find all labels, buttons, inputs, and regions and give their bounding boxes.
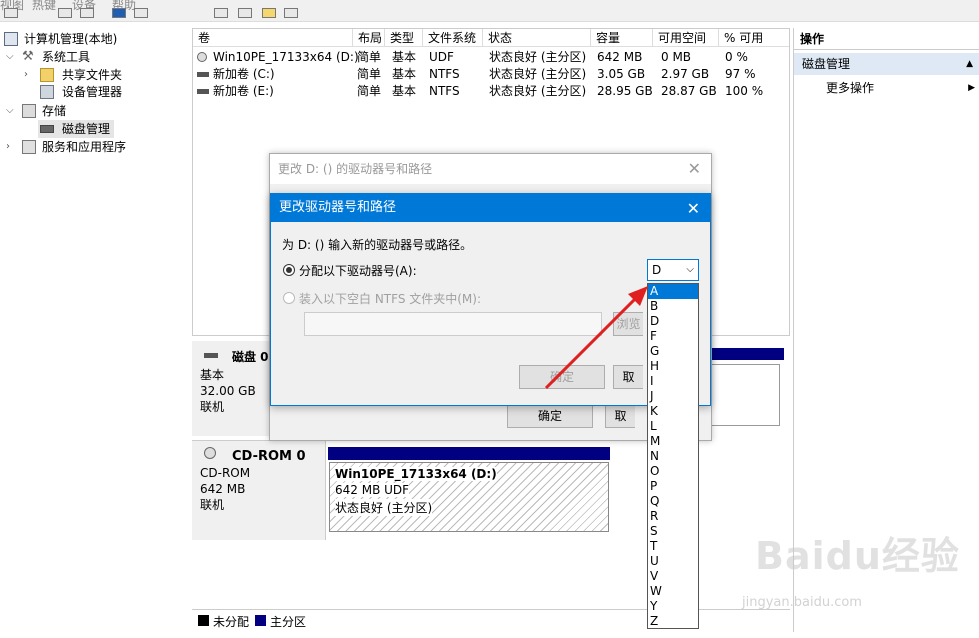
close-icon[interactable]: ✕ bbox=[687, 199, 700, 218]
shared-folder-icon bbox=[40, 68, 54, 82]
drive-letter-option[interactable]: V bbox=[648, 569, 698, 584]
folder-open-icon[interactable] bbox=[262, 8, 276, 18]
outer-cancel-button[interactable]: 取 bbox=[605, 404, 635, 428]
properties-icon[interactable] bbox=[112, 8, 126, 18]
unallocated-swatch bbox=[198, 615, 209, 626]
drive-letter-option[interactable]: N bbox=[648, 449, 698, 464]
checkbox-icon[interactable] bbox=[214, 8, 228, 18]
folder-icon[interactable] bbox=[58, 8, 72, 18]
outer-dialog-title: 更改 D: () 的驱动器号和路径 bbox=[270, 154, 711, 184]
cdrom0-info[interactable]: CD-ROM 0 CD-ROM 642 MB 联机 bbox=[192, 440, 326, 540]
tree-storage[interactable]: ⌵ 存储 bbox=[6, 102, 186, 120]
inner-dialog-title: 更改驱动器号和路径 bbox=[271, 194, 710, 222]
tree-services[interactable]: › 服务和应用程序 bbox=[6, 138, 186, 156]
cd-icon bbox=[204, 447, 216, 459]
table-row[interactable]: 新加卷 (E:) 简单 基本 NTFS 状态良好 (主分区) 28.95 GB … bbox=[193, 83, 789, 100]
chevron-right-icon[interactable]: › bbox=[24, 66, 34, 84]
close-icon[interactable]: ✕ bbox=[688, 159, 701, 178]
partition-box[interactable] bbox=[710, 364, 780, 426]
disk-icon bbox=[40, 125, 54, 133]
col-status[interactable]: 状态 bbox=[483, 29, 591, 47]
key-icon[interactable] bbox=[164, 8, 178, 18]
device-manager-icon bbox=[40, 85, 54, 99]
cdrom-volume-box[interactable]: Win10PE_17133x64 (D:) 642 MB UDF 状态良好 (主… bbox=[329, 462, 609, 532]
computer-icon bbox=[4, 32, 18, 46]
drive-letter-option[interactable]: Z bbox=[648, 614, 698, 628]
tree-system-tools[interactable]: ⌵ ⚒ 系统工具 bbox=[6, 48, 186, 66]
chevron-down-icon[interactable]: ⌵ bbox=[6, 48, 16, 66]
outer-ok-button[interactable]: 确定 bbox=[507, 404, 593, 428]
disk-icon bbox=[204, 353, 218, 358]
primary-swatch bbox=[255, 615, 266, 626]
collapse-icon[interactable]: ▲ bbox=[966, 53, 973, 75]
assign-letter-label[interactable]: 分配以下驱动器号(A): bbox=[299, 262, 417, 279]
tree-device-manager[interactable]: 设备管理器 bbox=[40, 83, 180, 101]
back-icon[interactable] bbox=[4, 8, 18, 18]
drive-letter-select[interactable]: D ⌵ bbox=[647, 259, 699, 281]
storage-icon bbox=[22, 104, 36, 118]
page-icon[interactable] bbox=[238, 8, 252, 18]
partition-header-bar bbox=[710, 348, 784, 360]
watermark-logo: Baidu经验 bbox=[755, 534, 960, 578]
services-icon bbox=[22, 140, 36, 154]
table-row[interactable]: 新加卷 (C:) 简单 基本 NTFS 状态良好 (主分区) 3.05 GB 2… bbox=[193, 66, 789, 83]
drive-letter-option[interactable]: P bbox=[648, 479, 698, 494]
more-actions-item[interactable]: 更多操作 ▶ bbox=[794, 78, 979, 98]
drive-letter-option[interactable]: T bbox=[648, 539, 698, 554]
col-volume[interactable]: 卷 bbox=[193, 29, 353, 47]
drive-letter-option[interactable]: M bbox=[648, 434, 698, 449]
window-icon[interactable] bbox=[284, 8, 298, 18]
drive-letter-option[interactable]: W bbox=[648, 584, 698, 599]
col-filesystem[interactable]: 文件系统 bbox=[423, 29, 483, 47]
drive-letter-option[interactable]: R bbox=[648, 509, 698, 524]
chevron-down-icon[interactable]: ⌵ bbox=[6, 102, 16, 120]
col-layout[interactable]: 布局 bbox=[353, 29, 385, 47]
drive-letter-option[interactable]: U bbox=[648, 554, 698, 569]
drive-letter-option[interactable]: L bbox=[648, 419, 698, 434]
drive-letter-option[interactable]: S bbox=[648, 524, 698, 539]
cd-icon bbox=[197, 52, 207, 62]
col-type[interactable]: 类型 bbox=[385, 29, 423, 47]
tree-disk-management[interactable]: 磁盘管理 bbox=[38, 120, 114, 138]
submenu-arrow-icon: ▶ bbox=[968, 83, 975, 93]
table-row[interactable]: Win10PE_17133x64 (D:) 简单 基本 UDF 状态良好 (主分… bbox=[193, 49, 789, 66]
drive-letter-option[interactable]: Q bbox=[648, 494, 698, 509]
actions-title: 操作 bbox=[794, 28, 979, 50]
assign-letter-radio[interactable] bbox=[283, 264, 295, 276]
chevron-down-icon: ⌵ bbox=[686, 264, 694, 275]
delete-icon[interactable] bbox=[192, 8, 206, 18]
col-capacity[interactable]: 容量 bbox=[591, 29, 653, 47]
help-icon[interactable] bbox=[134, 8, 148, 18]
navigation-tree: 计算机管理(本地) ⌵ ⚒ 系统工具 › 共享文件夹 设备管理器 ⌵ 存储 磁盘… bbox=[0, 27, 190, 632]
annotation-arrow bbox=[544, 286, 648, 390]
drive-icon bbox=[197, 89, 209, 94]
tools-icon: ⚒ bbox=[22, 49, 34, 64]
drive-icon bbox=[197, 72, 209, 77]
col-free[interactable]: 可用空间 bbox=[653, 29, 719, 47]
watermark-url: jingyan.baidu.com bbox=[742, 595, 862, 610]
menu-hotkey[interactable]: 热键 bbox=[32, 0, 56, 13]
view-icon[interactable] bbox=[80, 8, 94, 18]
mount-folder-radio[interactable] bbox=[283, 292, 295, 304]
legend: 未分配 主分区 bbox=[192, 609, 790, 632]
drive-letter-option[interactable]: O bbox=[648, 464, 698, 479]
tree-root[interactable]: 计算机管理(本地) bbox=[0, 30, 190, 48]
chevron-right-icon[interactable]: › bbox=[6, 138, 16, 156]
mount-folder-label[interactable]: 装入以下空白 NTFS 文件夹中(M): bbox=[299, 290, 481, 307]
drive-letter-option[interactable]: K bbox=[648, 404, 698, 419]
drive-letter-option[interactable]: Y bbox=[648, 599, 698, 614]
actions-section-disk-management[interactable]: 磁盘管理 ▲ bbox=[794, 53, 979, 75]
arrow-shaft bbox=[544, 292, 642, 390]
dialog-prompt: 为 D: () 输入新的驱动器号或路径。 bbox=[282, 238, 473, 252]
menu-bar: 视图 热键 设备 帮助 bbox=[0, 0, 979, 22]
col-percent-free[interactable]: % 可用 bbox=[719, 29, 789, 47]
tree-shared-folders[interactable]: › 共享文件夹 bbox=[24, 66, 184, 84]
cdrom-partition-header bbox=[328, 447, 610, 460]
